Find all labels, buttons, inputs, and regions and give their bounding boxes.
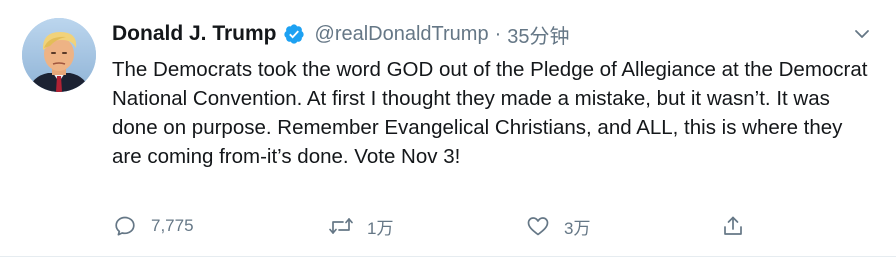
separator-dot: · bbox=[494, 22, 502, 45]
profile-photo bbox=[22, 18, 96, 92]
timestamp[interactable]: 35分钟 bbox=[507, 20, 569, 49]
reply-count: 7,775 bbox=[151, 216, 194, 235]
author-handle[interactable]: @realDonaldTrump bbox=[315, 23, 489, 46]
verified-badge-icon bbox=[283, 23, 305, 45]
heart-icon bbox=[525, 213, 551, 239]
share-button[interactable] bbox=[720, 208, 746, 244]
retweet-button[interactable]: 1万 bbox=[328, 208, 393, 244]
chevron-down-icon[interactable] bbox=[850, 24, 874, 44]
tweet-header: Donald J. Trump @realDonaldTrump · 35分钟 bbox=[112, 20, 570, 49]
avatar[interactable] bbox=[22, 18, 96, 92]
retweet-count: 1万 bbox=[367, 218, 394, 238]
tweet[interactable]: Donald J. Trump @realDonaldTrump · 35分钟 … bbox=[0, 0, 896, 257]
reply-button[interactable]: 7,775 bbox=[112, 208, 194, 244]
like-button[interactable]: 3万 bbox=[525, 208, 590, 244]
reply-icon bbox=[112, 213, 138, 239]
share-icon bbox=[720, 213, 746, 239]
tweet-actions: 7,775 1万 3万 bbox=[112, 208, 872, 244]
tweet-text: The Democrats took the word GOD out of t… bbox=[112, 58, 868, 168]
retweet-icon bbox=[328, 213, 354, 239]
author-name[interactable]: Donald J. Trump bbox=[112, 22, 277, 46]
like-count: 3万 bbox=[564, 218, 591, 238]
